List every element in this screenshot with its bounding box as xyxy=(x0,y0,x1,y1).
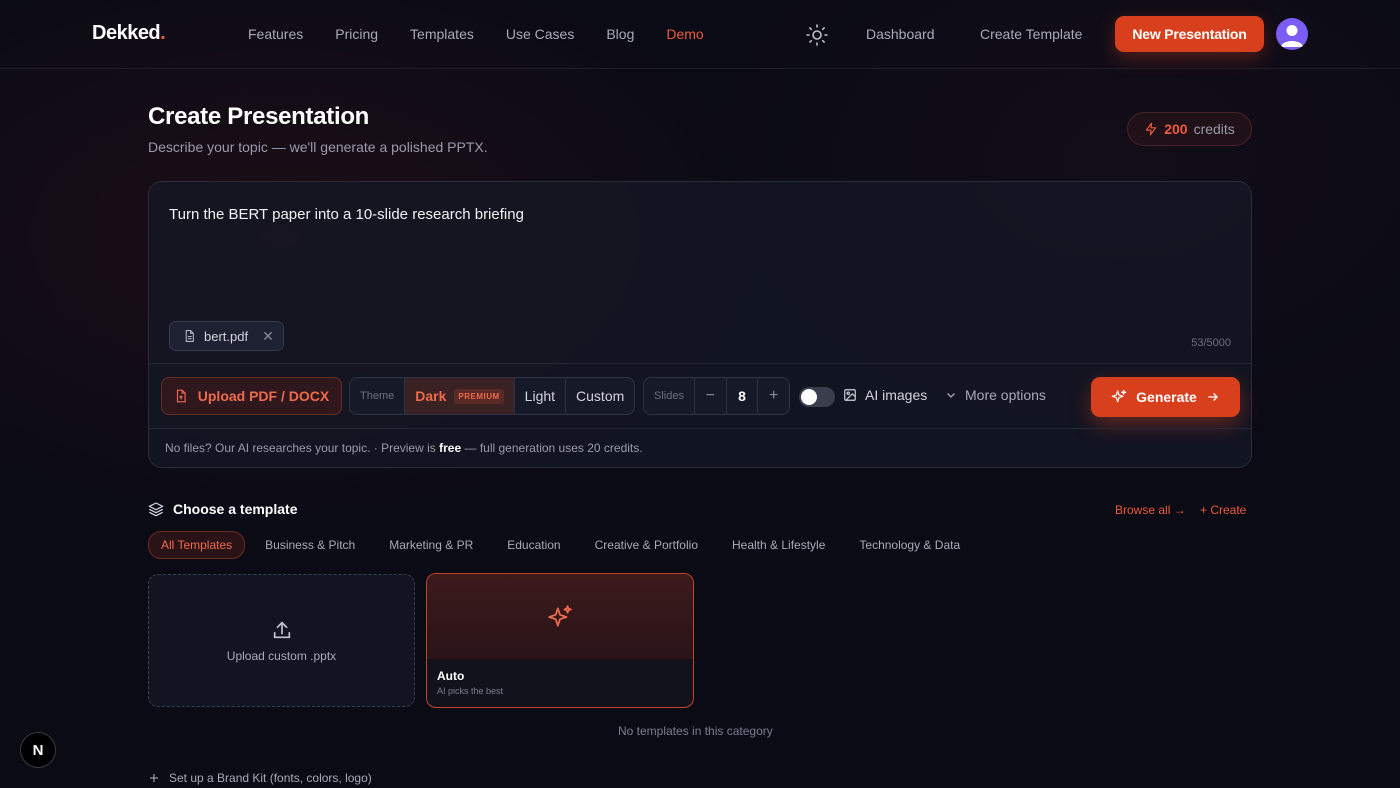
premium-badge: PREMIUM xyxy=(454,388,504,404)
slides-increment-button[interactable]: + xyxy=(757,378,789,414)
framework-badge[interactable]: N xyxy=(20,732,56,768)
tab-creative-portfolio[interactable]: Creative & Portfolio xyxy=(595,538,698,552)
ai-images-toggle[interactable] xyxy=(799,387,835,407)
tab-marketing-pr[interactable]: Marketing & PR xyxy=(389,538,473,552)
attached-file-chip: bert.pdf ✕ xyxy=(169,321,284,351)
page-title: Create Presentation xyxy=(148,103,370,130)
credits-value: 200 xyxy=(1164,121,1188,137)
nav-link-pricing[interactable]: Pricing xyxy=(335,26,378,42)
logo[interactable]: Dekked. xyxy=(92,22,166,45)
toggle-knob xyxy=(801,389,817,405)
template-section-title: Choose a template xyxy=(148,501,297,517)
slides-label: Slides xyxy=(654,390,684,402)
lightning-icon xyxy=(1145,122,1157,136)
slides-decrement-button[interactable]: − xyxy=(693,378,726,414)
nav-links: Features Pricing Templates Use Cases Blo… xyxy=(248,26,736,42)
create-template-link[interactable]: + Create xyxy=(1200,503,1246,517)
tab-business-pitch[interactable]: Business & Pitch xyxy=(265,538,355,552)
prompt-textarea[interactable]: Turn the BERT paper into a 10-slide rese… xyxy=(169,206,524,223)
nav-link-features[interactable]: Features xyxy=(248,26,303,42)
divider xyxy=(149,363,1251,364)
empty-category-message: No templates in this category xyxy=(618,724,773,738)
chevron-down-icon xyxy=(947,393,955,398)
nav-link-dashboard[interactable]: Dashboard xyxy=(866,26,935,42)
composer-footer-note: No files? Our AI researches your topic. … xyxy=(165,441,643,455)
template-card-name: Auto xyxy=(437,669,465,683)
template-card-description: AI picks the best xyxy=(437,686,504,696)
file-name: bert.pdf xyxy=(204,328,249,344)
character-counter: 53/5000 xyxy=(1191,337,1231,349)
upload-icon xyxy=(273,620,290,638)
layers-icon xyxy=(148,502,164,517)
file-icon xyxy=(185,330,194,342)
user-icon xyxy=(1281,25,1303,47)
theme-option-dark[interactable]: Dark PREMIUM xyxy=(404,378,514,414)
theme-option-light[interactable]: Light xyxy=(513,378,565,414)
divider xyxy=(149,428,1251,429)
upload-pdf-docx-button[interactable]: Upload PDF / DOCX xyxy=(161,377,342,415)
generate-button[interactable]: Generate xyxy=(1091,377,1240,417)
theme-selector: Theme Dark PREMIUM Light Custom xyxy=(349,377,635,415)
more-options-button[interactable]: More options xyxy=(945,387,1046,403)
top-nav: Dekked. Features Pricing Templates Use C… xyxy=(0,0,1400,69)
remove-file-icon[interactable]: ✕ xyxy=(262,328,274,345)
arrow-right-icon xyxy=(1208,393,1218,401)
tab-technology-data[interactable]: Technology & Data xyxy=(859,538,960,552)
ai-images-option[interactable]: AI images xyxy=(843,387,927,403)
theme-label: Theme xyxy=(360,390,395,402)
prompt-composer: Turn the BERT paper into a 10-slide rese… xyxy=(148,181,1252,468)
browse-all-link[interactable]: Browse all → xyxy=(1115,503,1186,517)
nav-link-blog[interactable]: Blog xyxy=(606,26,634,42)
avatar[interactable] xyxy=(1276,18,1308,50)
slides-value[interactable]: 8 xyxy=(725,378,758,414)
image-icon xyxy=(844,389,856,401)
page-subtitle: Describe your topic — we'll generate a p… xyxy=(148,139,488,155)
plus-icon xyxy=(150,774,158,782)
template-category-tabs: All Templates Business & Pitch Marketing… xyxy=(148,531,994,559)
file-upload-icon xyxy=(176,389,186,403)
template-card-preview xyxy=(427,574,693,659)
nav-link-create-template[interactable]: Create Template xyxy=(980,26,1082,42)
sparkle-icon xyxy=(548,604,572,627)
sun-icon[interactable] xyxy=(805,23,829,47)
brand-kit-link[interactable]: Set up a Brand Kit (fonts, colors, logo) xyxy=(148,771,372,785)
credits-badge: 200 credits xyxy=(1127,112,1252,146)
new-presentation-button[interactable]: New Presentation xyxy=(1115,16,1264,52)
upload-custom-pptx-card[interactable]: Upload custom .pptx xyxy=(148,574,415,707)
upload-card-label: Upload custom .pptx xyxy=(226,648,337,663)
nav-link-use-cases[interactable]: Use Cases xyxy=(506,26,574,42)
theme-option-custom[interactable]: Custom xyxy=(565,378,634,414)
template-card-auto[interactable]: Auto AI picks the best xyxy=(426,573,694,708)
nav-link-demo[interactable]: Demo xyxy=(666,26,703,42)
tab-health-lifestyle[interactable]: Health & Lifestyle xyxy=(732,538,825,552)
nav-link-templates[interactable]: Templates xyxy=(410,26,474,42)
slides-stepper: Slides − 8 + xyxy=(643,377,790,415)
tab-education[interactable]: Education xyxy=(507,538,560,552)
credits-label: credits xyxy=(1193,121,1235,137)
sparkle-icon xyxy=(1111,389,1127,403)
tab-all-templates[interactable]: All Templates xyxy=(148,531,246,559)
